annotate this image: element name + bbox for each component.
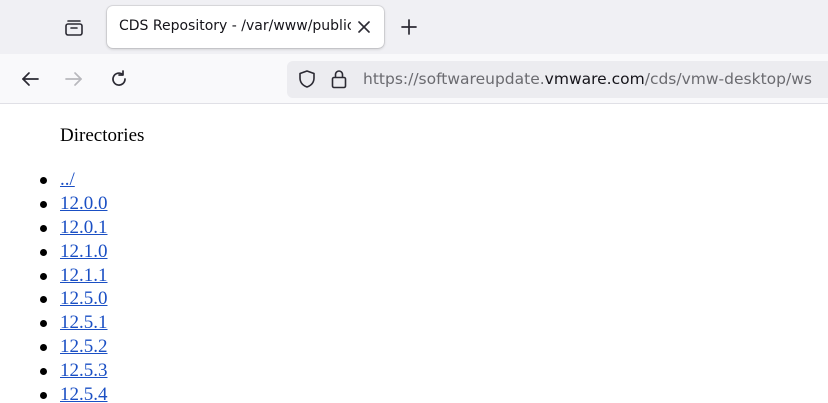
directory-link[interactable]: 12.5.2 xyxy=(60,336,108,357)
navigation-toolbar: https://softwareupdate.vmware.com/cds/vm… xyxy=(0,54,828,104)
directory-link[interactable]: 12.5.3 xyxy=(60,360,108,381)
list-item: 12.1.1 xyxy=(40,264,108,288)
directory-link[interactable]: 12.1.1 xyxy=(60,265,108,286)
directory-link[interactable]: 12.0.1 xyxy=(60,217,108,238)
directory-list: ../ 12.0.0 12.0.1 12.1.0 12.1.1 12.5.0 1… xyxy=(40,168,108,403)
new-tab-button[interactable] xyxy=(396,14,422,40)
close-icon xyxy=(358,21,370,33)
lock-icon xyxy=(331,70,347,89)
tab-list-icon xyxy=(65,20,83,36)
directory-link[interactable]: ../ xyxy=(60,169,75,190)
url-path: /cds/vmw-desktop/ws xyxy=(644,70,812,88)
list-item: 12.5.4 xyxy=(40,383,108,403)
shield-icon xyxy=(299,70,315,88)
forward-button[interactable] xyxy=(59,64,89,94)
tab-close-button[interactable] xyxy=(354,17,374,37)
list-item: 12.5.0 xyxy=(40,287,108,311)
url-domain: vmware.com xyxy=(544,70,645,88)
url-prefix: https://softwareupdate. xyxy=(363,70,545,88)
active-tab[interactable]: CDS Repository - /var/www/public/ xyxy=(107,6,384,48)
directory-link[interactable]: 12.0.0 xyxy=(60,193,108,214)
back-arrow-icon xyxy=(22,72,39,86)
forward-arrow-icon xyxy=(65,72,82,86)
reload-button[interactable] xyxy=(104,64,134,94)
reload-icon xyxy=(112,70,126,86)
directory-link[interactable]: 12.5.1 xyxy=(60,312,108,333)
list-item: 12.5.1 xyxy=(40,311,108,335)
list-item: 12.0.0 xyxy=(40,192,108,216)
directory-link[interactable]: 12.5.4 xyxy=(60,384,108,403)
list-item: 12.5.3 xyxy=(40,359,108,383)
directory-link[interactable]: 12.5.0 xyxy=(60,288,108,309)
directory-link[interactable]: 12.1.0 xyxy=(60,241,108,262)
list-item: 12.1.0 xyxy=(40,240,108,264)
back-button[interactable] xyxy=(15,64,45,94)
plus-icon xyxy=(401,19,417,35)
tab-list-button[interactable] xyxy=(60,14,88,42)
site-security-button[interactable] xyxy=(330,69,348,94)
list-item: 12.5.2 xyxy=(40,335,108,359)
page-content: Directories ../ 12.0.0 12.0.1 12.1.0 12.… xyxy=(0,104,828,403)
url-text: https://softwareupdate.vmware.com/cds/vm… xyxy=(363,70,812,88)
address-bar[interactable]: https://softwareupdate.vmware.com/cds/vm… xyxy=(287,61,828,98)
tab-strip: CDS Repository - /var/www/public/ xyxy=(0,0,828,54)
tab-title: CDS Repository - /var/www/public/ xyxy=(119,18,351,34)
list-item: ../ xyxy=(40,168,108,192)
list-item: 12.0.1 xyxy=(40,216,108,240)
tracking-protection-button[interactable] xyxy=(297,69,317,94)
page-heading: Directories xyxy=(60,125,145,146)
